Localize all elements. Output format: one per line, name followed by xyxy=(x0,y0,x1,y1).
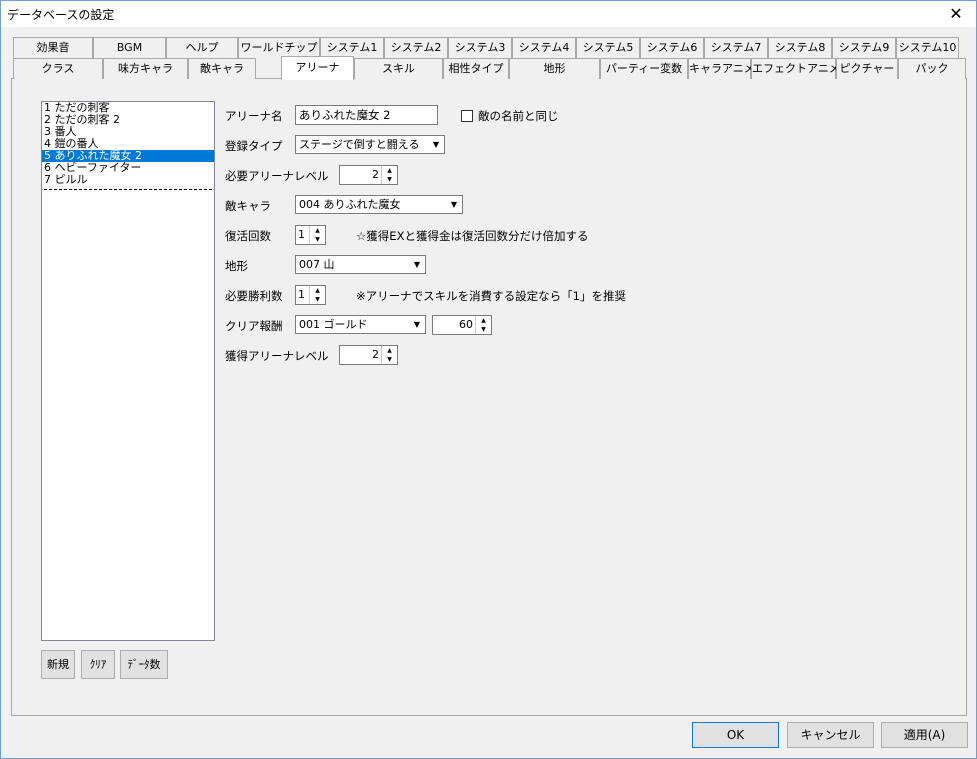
data-count-button[interactable]: ﾃﾞｰﾀ数 xyxy=(120,650,168,679)
chevron-down-icon: ▼ xyxy=(413,260,421,269)
tab-top-13[interactable]: システム9 xyxy=(832,37,896,58)
tab-bottom-11[interactable]: ピクチャー xyxy=(836,58,898,79)
reward-amount-spinner[interactable]: 60 ▲ ▼ xyxy=(432,315,492,335)
tab-top-2[interactable]: BGM xyxy=(93,37,166,58)
req-level-label: 必要アリーナレベル xyxy=(225,169,329,183)
enemy-select[interactable]: 004 ありふれた魔女 ▼ xyxy=(295,195,463,214)
revive-label: 復活回数 xyxy=(225,229,271,243)
enemy-label: 敵キャラ xyxy=(225,199,271,213)
spin-up-icon[interactable]: ▲ xyxy=(476,316,491,325)
req-level-value: 2 xyxy=(372,168,379,181)
spin-up-icon[interactable]: ▲ xyxy=(310,226,325,235)
reg-type-value: ステージで倒すと闘える xyxy=(299,138,420,151)
spin-down-icon[interactable]: ▼ xyxy=(310,235,325,244)
title-bar: データベースの設定 ✕ xyxy=(1,1,976,27)
arena-name-label: アリーナ名 xyxy=(225,109,283,123)
apply-button[interactable]: 適用(A) xyxy=(881,722,968,748)
arena-list[interactable]: 1 ただの刺客 2 ただの刺客 23 番人 4 鎧の番人 5 ありふれた魔女 26 ヘ… xyxy=(41,101,215,641)
arena-name-input[interactable]: ありふれた魔女 2 xyxy=(295,105,438,125)
gain-level-spinner[interactable]: 2 ▲ ▼ xyxy=(339,345,398,365)
enemy-value: 004 ありふれた魔女 xyxy=(299,198,401,211)
spin-up-icon[interactable]: ▲ xyxy=(382,346,397,355)
tab-bottom-6[interactable]: 相性タイプ xyxy=(443,58,509,79)
window-title: データベースの設定 xyxy=(7,8,115,22)
tab-bottom-9[interactable]: キャラアニメ xyxy=(688,58,755,79)
tab-top-12[interactable]: システム8 xyxy=(768,37,832,58)
spin-up-icon[interactable]: ▲ xyxy=(310,286,325,295)
tab-top-4[interactable]: ワールドチップ xyxy=(238,37,320,58)
tab-top-5[interactable]: システム1 xyxy=(320,37,384,58)
tab-bottom-1[interactable]: クラス xyxy=(13,58,103,79)
ok-button[interactable]: OK xyxy=(692,722,779,748)
chevron-down-icon: ▼ xyxy=(432,140,440,149)
list-end-separator xyxy=(44,189,212,190)
gain-level-value: 2 xyxy=(372,348,379,361)
tab-top-7[interactable]: システム3 xyxy=(448,37,512,58)
req-level-updown[interactable]: ▲ ▼ xyxy=(381,166,397,184)
tab-top-3[interactable]: ヘルプ xyxy=(166,37,238,58)
spin-down-icon[interactable]: ▼ xyxy=(310,295,325,304)
chevron-down-icon: ▼ xyxy=(413,320,421,329)
reward-label: クリア報酬 xyxy=(225,319,283,333)
terrain-select[interactable]: 007 山 ▼ xyxy=(295,255,426,274)
tab-top-8[interactable]: システム4 xyxy=(512,37,576,58)
same-as-enemy-label: 敵の名前と同じ xyxy=(478,109,559,123)
reward-amount-value: 60 xyxy=(459,318,473,331)
close-button[interactable]: ✕ xyxy=(936,1,976,27)
tab-bottom-10[interactable]: エフェクトアニメ xyxy=(751,58,840,79)
spin-down-icon[interactable]: ▼ xyxy=(382,355,397,364)
wins-label: 必要勝利数 xyxy=(225,289,283,303)
tab-bottom-7[interactable]: 地形 xyxy=(509,58,600,79)
tab-top-6[interactable]: システム2 xyxy=(384,37,448,58)
tab-bottom-2[interactable]: 味方キャラ xyxy=(103,58,188,79)
database-settings-window: データベースの設定 ✕ 効果音 BGM ヘルプ ワールドチップ システム1 システム2 シス… xyxy=(0,0,977,759)
reward-amount-updown[interactable]: ▲ ▼ xyxy=(475,316,491,334)
wins-value: 1 xyxy=(298,288,305,301)
tab-top-9[interactable]: システム5 xyxy=(576,37,640,58)
clear-button[interactable]: ｸﾘｱ xyxy=(81,650,115,679)
revive-value: 1 xyxy=(298,228,305,241)
list-item[interactable]: 7 ピルル xyxy=(42,174,214,186)
tab-bottom-12[interactable]: パック xyxy=(898,58,966,79)
tab-bottom-8[interactable]: パーティー変数 xyxy=(600,58,688,79)
spin-down-icon[interactable]: ▼ xyxy=(382,175,397,184)
new-button[interactable]: 新規 xyxy=(41,650,75,679)
reward-select[interactable]: 001 ゴールド ▼ xyxy=(295,315,426,334)
terrain-value: 007 山 xyxy=(299,258,335,271)
tab-top-11[interactable]: システム7 xyxy=(704,37,768,58)
gain-level-label: 獲得アリーナレベル xyxy=(225,349,329,363)
reward-value: 001 ゴールド xyxy=(299,318,368,331)
revive-spinner[interactable]: 1 ▲ ▼ xyxy=(295,225,326,245)
same-as-enemy-checkbox[interactable] xyxy=(461,110,473,122)
gain-level-updown[interactable]: ▲ ▼ xyxy=(381,346,397,364)
tab-bottom-5[interactable]: スキル xyxy=(354,58,443,79)
wins-note: ※アリーナでスキルを消費する設定なら「1」を推奨 xyxy=(356,289,626,303)
req-level-spinner[interactable]: 2 ▲ ▼ xyxy=(339,165,398,185)
reg-type-label: 登録タイプ xyxy=(225,139,283,153)
spin-down-icon[interactable]: ▼ xyxy=(476,325,491,334)
tab-top-14[interactable]: システム10 xyxy=(896,37,959,58)
wins-spinner[interactable]: 1 ▲ ▼ xyxy=(295,285,326,305)
revive-updown[interactable]: ▲ ▼ xyxy=(309,226,325,244)
tab-top-10[interactable]: システム6 xyxy=(640,37,704,58)
tab-top-1[interactable]: 効果音 xyxy=(13,37,93,58)
wins-updown[interactable]: ▲ ▼ xyxy=(309,286,325,304)
cancel-button[interactable]: キャンセル xyxy=(787,722,874,748)
revive-note: ☆獲得EXと獲得金は復活回数分だけ倍加する xyxy=(356,229,589,243)
terrain-label: 地形 xyxy=(225,259,248,273)
reg-type-select[interactable]: ステージで倒すと闘える ▼ xyxy=(295,135,445,154)
chevron-down-icon: ▼ xyxy=(450,200,458,209)
spin-up-icon[interactable]: ▲ xyxy=(382,166,397,175)
tab-bottom-4[interactable]: アリーナ xyxy=(281,56,354,80)
tab-bottom-3[interactable]: 敵キャラ xyxy=(188,58,256,79)
